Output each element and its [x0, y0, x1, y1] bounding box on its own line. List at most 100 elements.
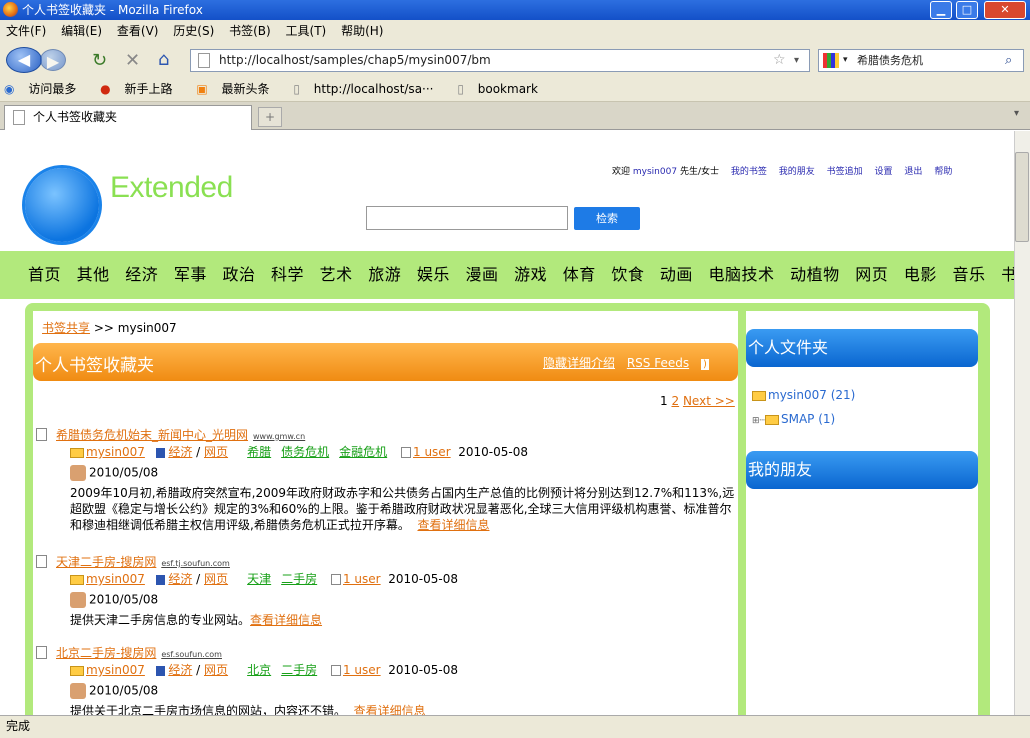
tree-expander-icon[interactable]: ⊞┄ [752, 416, 765, 426]
tag-link[interactable]: 二手房 [281, 572, 317, 586]
category-item[interactable]: 体育 [563, 265, 596, 284]
bookmark-localhost[interactable]: ▯ http://localhost/sa··· [293, 82, 443, 96]
category-link[interactable]: 网页 [204, 445, 228, 459]
folder-item[interactable]: mysin007 (21) [752, 388, 855, 402]
tag-link[interactable]: 金融危机 [339, 445, 387, 459]
category-item[interactable]: 科学 [271, 265, 304, 284]
category-item[interactable]: 漫画 [465, 265, 498, 284]
stop-icon[interactable]: ✕ [125, 50, 140, 71]
reload-icon[interactable]: ↻ [92, 50, 107, 71]
menu-edit[interactable]: 编辑(E) [61, 24, 102, 38]
scrollbar-thumb[interactable] [1015, 152, 1029, 242]
tag-link[interactable]: 二手房 [281, 663, 317, 677]
category-item[interactable]: 音乐 [952, 265, 985, 284]
forward-icon[interactable]: ▶ [40, 49, 66, 71]
folder-link[interactable]: mysin007 [86, 663, 145, 677]
page-current: 1 [660, 394, 668, 408]
home-icon[interactable]: ⌂ [158, 49, 169, 70]
back-icon[interactable]: ◀ [6, 47, 42, 73]
tag-link[interactable]: 天津 [247, 572, 271, 586]
page-2-link[interactable]: 2 [671, 394, 679, 408]
link-my-bookmarks[interactable]: 我的书签 [731, 167, 767, 177]
next-page-link[interactable]: Next >> [683, 394, 735, 408]
bookmark-title-link[interactable]: 天津二手房-搜房网 [56, 555, 156, 569]
users-link[interactable]: 1 user [343, 663, 381, 677]
salutation: 先生/女士 [679, 167, 719, 177]
rss-icon[interactable]: ) [700, 359, 709, 370]
star-icon[interactable]: ☆ [773, 50, 786, 71]
search-icon[interactable]: ⌕ [1005, 50, 1012, 71]
menu-view[interactable]: 查看(V) [117, 24, 159, 38]
close-button[interactable]: ✕ [984, 1, 1026, 19]
rss-feeds-link[interactable]: RSS Feeds [627, 356, 689, 370]
bookmark-getting-started[interactable]: ● 新手上路 [100, 82, 182, 96]
view-details-link[interactable]: 查看详细信息 [417, 518, 489, 532]
menu-tools[interactable]: 工具(T) [286, 24, 327, 38]
category-link[interactable]: 网页 [204, 572, 228, 586]
tag-link[interactable]: 债务危机 [281, 445, 329, 459]
link-add-bookmark[interactable]: 书签追加 [827, 167, 863, 177]
category-item[interactable]: 其他 [77, 265, 110, 284]
category-item[interactable]: 电影 [904, 265, 937, 284]
folder-item[interactable]: ⊞┄ SMAP (1) [752, 412, 835, 426]
users-link[interactable]: 1 user [413, 445, 451, 459]
category-link[interactable]: 经济 [168, 445, 192, 459]
link-settings[interactable]: 设置 [875, 167, 893, 177]
tag-link[interactable]: 北京 [247, 663, 271, 677]
bookmarks-toolbar: ◉ 访问最多 ● 新手上路 ▣ 最新头条 ▯ http://localhost/… [0, 78, 1030, 102]
bookmark-latest-headlines[interactable]: ▣ 最新头条 [196, 82, 279, 96]
category-item[interactable]: 经济 [125, 265, 158, 284]
bookmark-most-visited[interactable]: ◉ 访问最多 [4, 82, 86, 96]
category-link[interactable]: 经济 [168, 663, 192, 677]
folder-link[interactable]: mysin007 [86, 445, 145, 459]
category-item[interactable]: 网页 [855, 265, 888, 284]
category-item[interactable]: 首页 [28, 265, 61, 284]
view-details-link[interactable]: 查看详细信息 [250, 613, 322, 627]
link-logout[interactable]: 退出 [904, 167, 922, 177]
category-item[interactable]: 饮食 [611, 265, 644, 284]
google-icon [823, 53, 839, 68]
bookmark-label: 新手上路 [124, 82, 173, 96]
category-item[interactable]: 动画 [660, 265, 693, 284]
user-icon [330, 665, 341, 676]
category-item[interactable]: 游戏 [514, 265, 547, 284]
folder-link[interactable]: mysin007 [86, 572, 145, 586]
category-item[interactable]: 旅游 [368, 265, 401, 284]
category-item[interactable]: 军事 [174, 265, 207, 284]
menu-file[interactable]: 文件(F) [6, 24, 46, 38]
users-link[interactable]: 1 user [343, 572, 381, 586]
friends-header: 我的朋友 [746, 451, 978, 489]
category-item[interactable]: 电脑技术 [709, 265, 775, 284]
link-my-friends[interactable]: 我的朋友 [779, 167, 815, 177]
site-search-input[interactable] [366, 206, 568, 230]
url-input[interactable]: http://localhost/samples/chap5/mysin007/… [190, 49, 810, 72]
category-item[interactable]: 书籍 [1001, 265, 1014, 284]
category-link[interactable]: 经济 [168, 572, 192, 586]
menu-bookmarks[interactable]: 书签(B) [229, 24, 271, 38]
maximize-button[interactable]: □ [956, 1, 978, 19]
bookmark-bookmark[interactable]: ▯ bookmark [457, 82, 548, 96]
minimize-button[interactable]: ▁ [930, 1, 952, 19]
bookmark-title-link[interactable]: 北京二手房-搜房网 [56, 646, 156, 660]
hide-details-link[interactable]: 隐藏详细介绍 [543, 356, 615, 370]
category-item[interactable]: 政治 [222, 265, 255, 284]
breadcrumb-link[interactable]: 书签共享 [42, 321, 90, 335]
search-input[interactable]: ▾ 希腊债务危机 ⌕ [818, 49, 1024, 72]
link-help[interactable]: 帮助 [934, 167, 952, 177]
tab-bookmarks[interactable]: 个人书签收藏夹 [4, 105, 252, 130]
menu-history[interactable]: 历史(S) [173, 24, 214, 38]
bookmark-title-link[interactable]: 希腊债务危机始末_新闻中心_光明网 [56, 428, 248, 442]
category-item[interactable]: 动植物 [790, 265, 840, 284]
tab-list-icon[interactable]: ▾ [1014, 108, 1019, 119]
search-button[interactable]: 检索 [574, 207, 640, 230]
category-item[interactable]: 艺术 [320, 265, 353, 284]
new-tab-button[interactable]: + [258, 107, 282, 127]
view-details-link[interactable]: 查看详细信息 [354, 704, 426, 715]
menu-help[interactable]: 帮助(H) [341, 24, 383, 38]
category-item[interactable]: 娱乐 [417, 265, 450, 284]
tag-link[interactable]: 希腊 [247, 445, 271, 459]
site-logo-icon [25, 168, 99, 242]
chevron-down-icon[interactable]: ▾ [794, 50, 799, 71]
chevron-down-icon[interactable]: ▾ [843, 50, 848, 71]
category-link[interactable]: 网页 [204, 663, 228, 677]
